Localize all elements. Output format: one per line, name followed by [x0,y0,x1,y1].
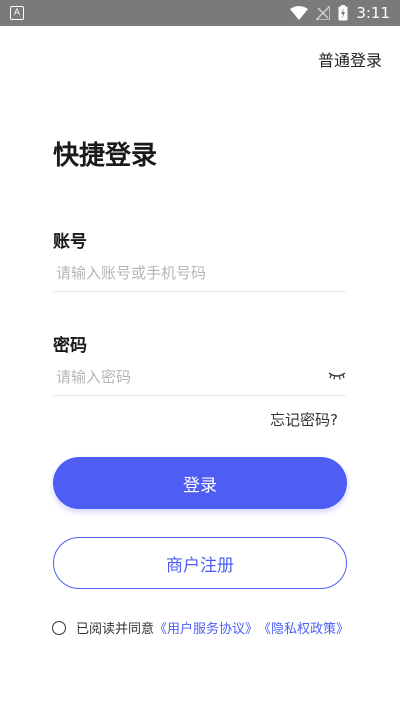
user-agreement-link[interactable]: 《用户服务协议》 [154,618,258,637]
agreement-radio[interactable] [52,620,66,635]
privacy-policy-link[interactable]: 《隐私权政策》 [258,618,349,637]
account-field-container [53,256,346,292]
merchant-register-button[interactable]: 商户注册 [53,537,347,589]
account-input[interactable] [53,256,316,290]
status-time: 3:11 [356,4,390,22]
agreement-prefix: 已阅读并同意 [76,622,155,637]
status-bar: A 3:11 [0,0,400,26]
forgot-password-link[interactable]: 忘记密码? [270,409,338,430]
account-label: 账号 [53,232,87,252]
password-label: 密码 [53,336,87,356]
signal-off-icon [316,6,331,20]
notification-icon: A [10,6,24,20]
battery-charging-icon [338,5,348,21]
wifi-icon [290,6,309,20]
page-title: 快捷登录 [53,141,158,171]
password-input[interactable] [53,360,316,394]
status-icons: 3:11 [290,3,390,23]
normal-login-link[interactable]: 普通登录 [318,47,382,71]
password-field-container [53,360,346,396]
agreement-row: 已阅读并同意 《用户服务协议》 《隐私权政策》 [52,618,349,637]
login-button[interactable]: 登录 [53,457,347,509]
eye-closed-icon[interactable] [328,370,346,382]
